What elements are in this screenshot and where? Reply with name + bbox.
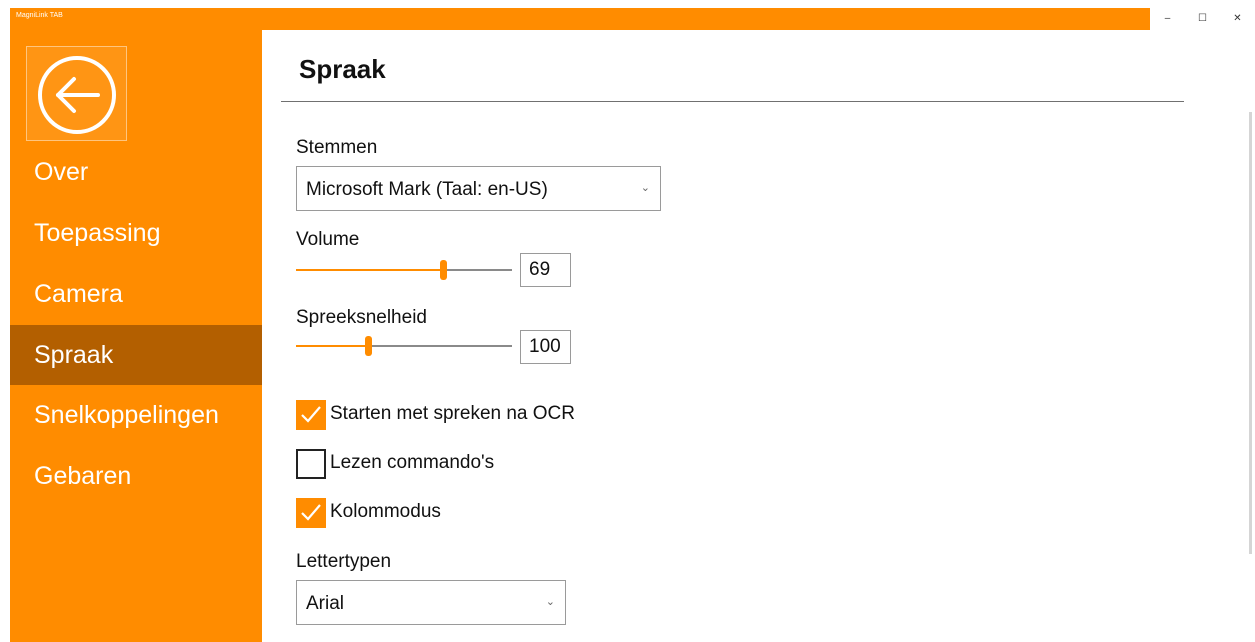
checkbox-label: Starten met spreken na OCR (330, 403, 575, 424)
title-divider (281, 101, 1184, 102)
sidebar-item-spraak[interactable]: Spraak (10, 325, 262, 385)
window-controls: – ☐ ✕ (1150, 8, 1255, 30)
back-arrow-icon (38, 56, 116, 134)
checkbox-box[interactable] (296, 400, 326, 430)
page-title: Spraak (299, 54, 386, 84)
checkbox-box[interactable] (296, 449, 326, 479)
close-button[interactable]: ✕ (1220, 8, 1255, 30)
voices-label: Stemmen (296, 137, 378, 158)
sidebar-item-toepassing[interactable]: Toepassing (10, 203, 262, 263)
sidebar: Over Toepassing Camera Spraak Snelkoppel… (10, 30, 262, 642)
sidebar-item-camera[interactable]: Camera (10, 264, 262, 324)
volume-slider-thumb[interactable] (440, 260, 447, 280)
fonts-dropdown[interactable]: Arial ⌄ (296, 580, 566, 625)
checkbox-box[interactable] (296, 498, 326, 528)
voices-dropdown[interactable]: Microsoft Mark (Taal: en-US) ⌄ (296, 166, 661, 211)
speed-slider-thumb[interactable] (365, 336, 372, 356)
checkmark-icon (301, 504, 321, 521)
minimize-button[interactable]: – (1150, 8, 1185, 30)
app-window: MagniLink TAB – ☐ ✕ Over Toepassing Came… (0, 0, 1255, 642)
checkmark-icon (301, 406, 321, 423)
vertical-scrollbar[interactable] (1249, 112, 1252, 554)
chevron-down-icon: ⌄ (545, 596, 555, 608)
volume-slider[interactable] (296, 260, 512, 280)
volume-slider-fill (296, 269, 440, 271)
sidebar-item-over[interactable]: Over (10, 142, 262, 202)
sidebar-item-gebaren[interactable]: Gebaren (10, 446, 262, 506)
title-bar: MagniLink TAB (10, 8, 1150, 30)
window-title: MagniLink TAB (16, 12, 63, 19)
speed-value-box[interactable]: 100 (520, 330, 571, 364)
speed-slider[interactable] (296, 336, 512, 356)
fonts-label: Lettertypen (296, 551, 392, 572)
volume-label: Volume (296, 229, 360, 250)
volume-value-box[interactable]: 69 (520, 253, 571, 287)
back-button[interactable] (26, 46, 127, 141)
speed-slider-fill (296, 345, 365, 347)
checkbox-label: Lezen commando's (330, 452, 495, 473)
voices-selected-value: Microsoft Mark (Taal: en-US) (306, 179, 548, 200)
maximize-button[interactable]: ☐ (1185, 8, 1220, 30)
chevron-down-icon: ⌄ (640, 182, 650, 194)
speed-label: Spreeksnelheid (296, 307, 427, 328)
checkbox-label: Kolommodus (330, 501, 441, 522)
fonts-selected-value: Arial (306, 593, 345, 614)
sidebar-item-snelkoppelingen[interactable]: Snelkoppelingen (10, 385, 262, 445)
